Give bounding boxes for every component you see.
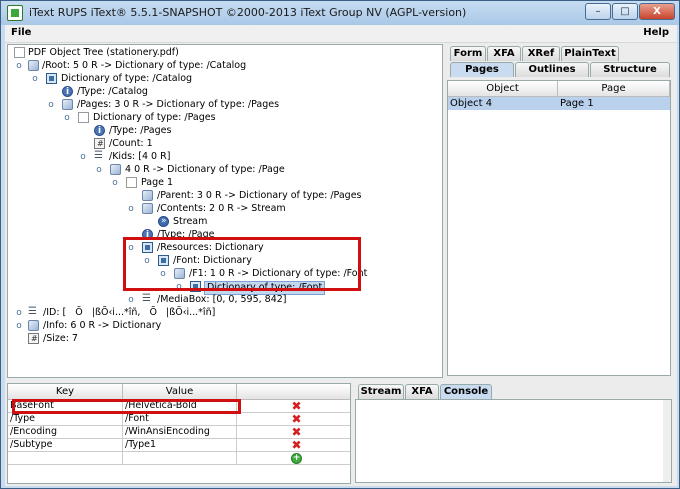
column-header-actions	[237, 384, 350, 400]
main-content: PDF Object Tree (stationery.pdf) o /Root…	[5, 43, 677, 486]
tab-structure[interactable]: Structure	[590, 62, 670, 77]
dictionary-icon	[46, 73, 57, 84]
expand-toggle-icon[interactable]: o	[127, 203, 135, 215]
number-icon	[28, 333, 39, 345]
table-cell-value[interactable]: /Type1	[123, 439, 237, 452]
dictionary-icon	[78, 112, 89, 123]
delete-icon[interactable]: ✖	[291, 439, 302, 451]
tab-plaintext[interactable]: PlainText	[561, 46, 619, 61]
reference-icon	[28, 320, 39, 331]
expand-toggle-icon[interactable]: o	[79, 151, 87, 163]
expand-toggle-icon[interactable]: o	[63, 112, 71, 124]
console-output[interactable]	[355, 399, 672, 483]
tab-xfa[interactable]: XFA	[487, 46, 521, 61]
number-icon	[94, 138, 105, 150]
table-cell-key[interactable]: /Subtype	[8, 439, 123, 452]
table-cell-key[interactable]: /Type	[8, 413, 123, 426]
delete-icon[interactable]: ✖	[291, 400, 302, 412]
menu-file[interactable]: File	[11, 27, 31, 38]
expand-toggle-icon[interactable]: o	[15, 307, 23, 319]
stream-icon	[158, 215, 169, 227]
tab-console[interactable]: Console	[440, 384, 492, 399]
expand-toggle-icon[interactable]: o	[15, 320, 23, 332]
table-cell-value[interactable]: /Font	[123, 413, 237, 426]
new-value-cell[interactable]	[123, 452, 237, 465]
highlight-annotation	[123, 237, 361, 291]
table-cell-key[interactable]: /Encoding	[8, 426, 123, 439]
app-window: iText RUPS iText® 5.5.1-SNAPSHOT ©2000-2…	[0, 0, 680, 489]
array-icon	[94, 150, 105, 162]
delete-icon[interactable]: ✖	[291, 413, 302, 425]
pdf-object-tree[interactable]: PDF Object Tree (stationery.pdf) o /Root…	[7, 44, 443, 378]
app-icon	[7, 5, 23, 21]
title-bar: iText RUPS iText® 5.5.1-SNAPSHOT ©2000-2…	[1, 1, 679, 25]
table-cell: Page 1	[560, 98, 594, 109]
expand-toggle-icon[interactable]: o	[31, 73, 39, 85]
tab-pages[interactable]: Pages	[450, 62, 514, 77]
dictionary-table[interactable]: Key Value BaseFont /Helvetica-Bold ✖ /Ty…	[7, 383, 351, 484]
page-icon	[126, 177, 137, 188]
tab-form[interactable]: Form	[450, 46, 486, 61]
delete-icon[interactable]: ✖	[291, 426, 302, 438]
table-cell-value[interactable]: /WinAnsiEncoding	[123, 426, 237, 439]
add-icon[interactable]: +	[291, 453, 302, 464]
column-header-value[interactable]: Value	[123, 384, 237, 400]
pages-table[interactable]: Object Page Object 4 Page 1	[447, 80, 671, 376]
array-icon	[142, 293, 153, 305]
expand-toggle-icon[interactable]: o	[95, 164, 103, 176]
table-cell: Object 4	[450, 98, 493, 109]
expand-toggle-icon[interactable]: o	[127, 294, 135, 306]
array-icon	[28, 306, 39, 318]
expand-toggle-icon[interactable]: o	[15, 60, 23, 72]
bottom-right-panel: Stream XFA Console	[354, 383, 673, 484]
tab-outlines[interactable]: Outlines	[515, 62, 589, 77]
console-scrollbar[interactable]	[663, 400, 671, 482]
reference-icon	[62, 99, 73, 110]
name-icon	[94, 125, 105, 137]
column-header-object[interactable]: Object	[448, 81, 558, 97]
maximize-button[interactable]: □	[612, 3, 638, 20]
expand-toggle-icon[interactable]: o	[47, 99, 55, 111]
minimize-button[interactable]: –	[585, 3, 611, 20]
window-title: iText RUPS iText® 5.5.1-SNAPSHOT ©2000-2…	[29, 6, 467, 19]
document-icon	[14, 47, 25, 58]
reference-icon	[110, 164, 121, 175]
new-key-cell[interactable]	[8, 452, 123, 465]
column-header-page[interactable]: Page	[558, 81, 670, 97]
highlight-annotation	[12, 399, 241, 414]
expand-toggle-icon[interactable]: o	[111, 177, 119, 189]
reference-icon	[142, 190, 153, 201]
tab-stream[interactable]: Stream	[358, 384, 404, 399]
name-icon	[62, 86, 73, 98]
reference-icon	[28, 60, 39, 71]
column-header-key[interactable]: Key	[8, 384, 123, 400]
menu-help[interactable]: Help	[643, 27, 669, 38]
menu-bar: File Help	[5, 25, 677, 43]
reference-icon	[142, 203, 153, 214]
tab-xref[interactable]: XRef	[522, 46, 560, 61]
tab-xfa-bottom[interactable]: XFA	[405, 384, 439, 399]
right-panel: Form XFA XRef PlainText Pages Outlines S…	[446, 44, 673, 378]
close-button[interactable]: X	[639, 3, 675, 20]
